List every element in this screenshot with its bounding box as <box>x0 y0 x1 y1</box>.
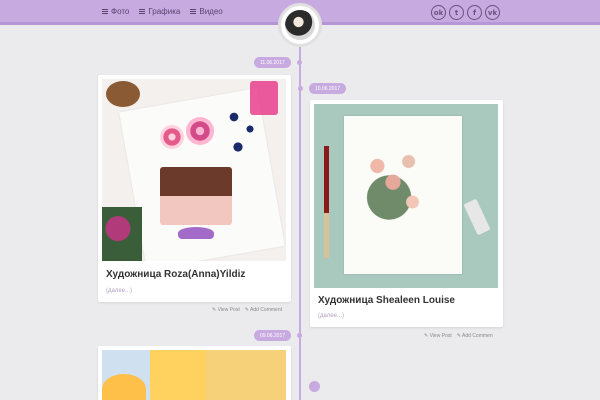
timeline-dot <box>297 60 302 65</box>
post-image[interactable] <box>102 350 286 400</box>
read-more-link[interactable]: (далее...) <box>106 288 132 294</box>
nav-label: Видео <box>199 7 223 16</box>
add-comment-link[interactable]: ✎ Add Comment <box>245 307 282 313</box>
cake-painting <box>160 167 232 225</box>
read-more-link[interactable]: (далее...) <box>318 313 344 319</box>
lollipop <box>160 125 184 149</box>
menu-icon <box>190 9 197 14</box>
facebook-icon[interactable]: f <box>467 5 482 20</box>
date-badge <box>309 381 320 392</box>
paint-tube <box>463 198 491 236</box>
blueberries <box>222 99 262 159</box>
post-meta: ✎ View Post ✎ Add Comment <box>212 307 282 313</box>
add-comment-link[interactable]: ✎ Add Commen <box>457 333 493 339</box>
juice-glass <box>150 350 206 400</box>
date-badge: 11.06.2017 <box>254 57 291 68</box>
teapot <box>106 81 140 107</box>
paint-brush <box>324 146 329 258</box>
site-avatar[interactable] <box>278 3 322 47</box>
flowers <box>102 207 142 261</box>
odnoklassniki-icon[interactable]: ok <box>431 5 446 20</box>
timeline-dot <box>298 86 303 91</box>
nav-item-photo[interactable]: Фото <box>102 7 129 16</box>
post-card: Художница Shealeen Louise (далее...) <box>310 100 503 327</box>
nav-label: Графика <box>148 7 181 16</box>
post-image[interactable] <box>314 104 498 288</box>
floral-painting <box>354 139 432 229</box>
nav-label: Фото <box>111 7 130 16</box>
juice-glass <box>102 374 146 400</box>
menu-icon <box>102 9 108 14</box>
twitter-icon[interactable]: t <box>449 5 464 20</box>
avatar-photo <box>285 10 315 40</box>
menu-icon <box>139 9 146 14</box>
post-title[interactable]: Художница Roza(Anna)Yildiz <box>106 269 245 280</box>
date-badge: 10.06.2017 <box>309 83 347 94</box>
post-card <box>98 346 291 400</box>
nav-item-video[interactable]: Видео <box>190 7 223 16</box>
vk-icon[interactable]: vk <box>485 5 500 20</box>
social-links: ok t f vk <box>431 5 500 20</box>
post-card: Художница Roza(Anna)Yildiz (далее...) <box>98 75 291 302</box>
post-title[interactable]: Художница Shealeen Louise <box>318 295 455 306</box>
post-image[interactable] <box>102 79 286 261</box>
lollipop <box>186 117 214 145</box>
nav-item-graphics[interactable]: Графика <box>139 7 180 16</box>
main-nav: Фото Графика Видео <box>102 7 223 16</box>
timeline-dot <box>297 333 302 338</box>
post-meta: ✎ View Post ✎ Add Commen <box>424 333 493 339</box>
date-badge: 09.06.2017 <box>254 330 292 341</box>
view-post-link[interactable]: ✎ View Post <box>212 307 240 313</box>
cake-stand <box>178 227 214 239</box>
view-post-link[interactable]: ✎ View Post <box>424 333 452 339</box>
timeline-line <box>299 47 301 400</box>
